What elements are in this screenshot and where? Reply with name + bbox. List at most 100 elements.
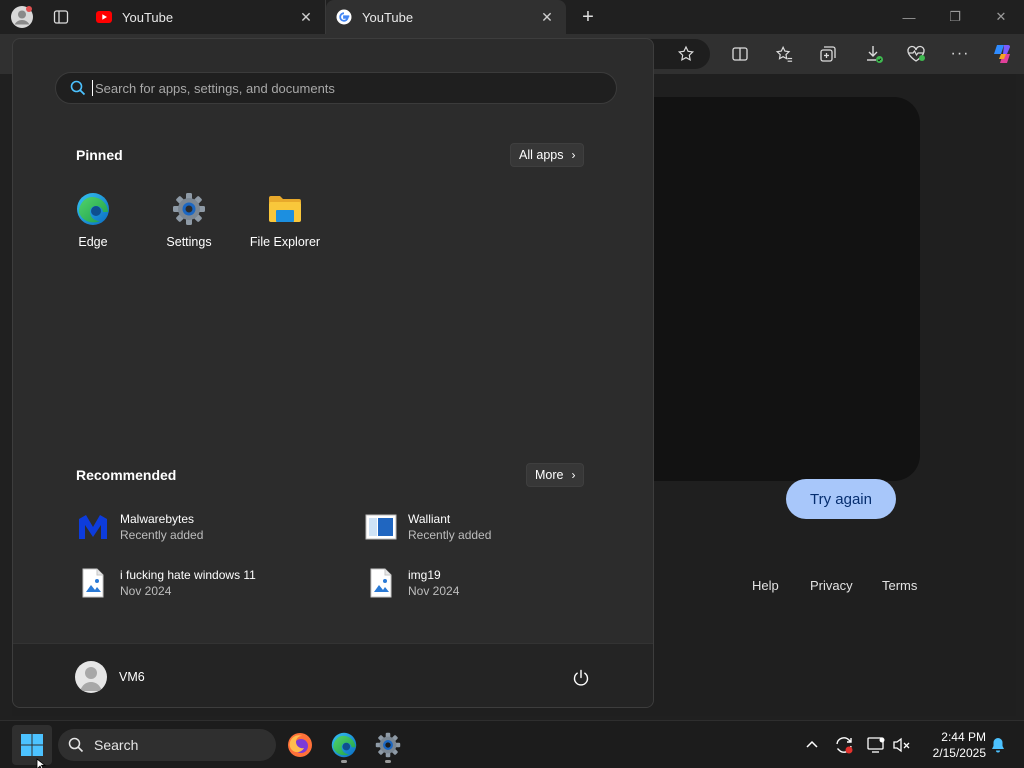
restore-button[interactable]: ❐ bbox=[932, 0, 978, 34]
youtube-icon bbox=[96, 9, 112, 25]
split-screen-button[interactable] bbox=[726, 40, 754, 68]
copilot-button[interactable] bbox=[988, 40, 1016, 68]
taskbar: Search 2:44 PM 2/15/2025 bbox=[0, 720, 1024, 768]
power-button[interactable] bbox=[569, 666, 593, 690]
recommended-item-walliant[interactable]: Walliant Recently added bbox=[364, 507, 614, 547]
tab-actions-button[interactable] bbox=[48, 4, 74, 30]
profile-avatar-icon bbox=[11, 6, 33, 28]
pinned-app-label: File Explorer bbox=[249, 235, 321, 249]
edge-icon bbox=[331, 732, 357, 758]
star-icon bbox=[677, 45, 695, 61]
taskbar-search[interactable]: Search bbox=[58, 729, 276, 761]
image-file-icon bbox=[76, 566, 110, 600]
start-menu-footer: VM6 bbox=[13, 643, 653, 707]
recommended-item-subtitle: Recently added bbox=[408, 528, 492, 542]
close-tab-icon[interactable]: ✕ bbox=[538, 8, 556, 26]
taskbar-app-settings[interactable] bbox=[368, 725, 408, 765]
running-indicator bbox=[341, 760, 347, 763]
vertical-tabs-icon bbox=[53, 10, 69, 24]
terms-link[interactable]: Terms bbox=[882, 578, 917, 593]
favorite-star-button[interactable] bbox=[672, 40, 700, 68]
taskbar-search-label: Search bbox=[94, 737, 139, 753]
malwarebytes-icon bbox=[76, 510, 110, 544]
recommended-item-img19[interactable]: img19 Nov 2024 bbox=[364, 563, 614, 603]
start-button[interactable] bbox=[12, 725, 52, 765]
favorites-list-icon bbox=[775, 45, 793, 62]
chevron-right-icon: › bbox=[571, 148, 576, 162]
user-account-button[interactable]: VM6 bbox=[75, 660, 145, 694]
close-window-button[interactable]: ✕ bbox=[978, 0, 1024, 34]
try-again-button[interactable]: Try again bbox=[786, 479, 896, 519]
taskbar-clock[interactable]: 2:44 PM 2/15/2025 bbox=[920, 729, 986, 761]
update-status-button[interactable] bbox=[832, 733, 856, 757]
tab-title: YouTube bbox=[122, 9, 174, 25]
image-file-icon bbox=[364, 566, 398, 600]
bell-icon bbox=[992, 738, 1004, 753]
more-dots-icon: ··· bbox=[950, 45, 970, 62]
avatar bbox=[75, 661, 107, 693]
pinned-app-edge[interactable]: Edge bbox=[45, 191, 141, 271]
pinned-app-label: Settings bbox=[166, 235, 212, 249]
split-screen-icon bbox=[732, 47, 748, 61]
google-icon bbox=[336, 9, 352, 25]
close-icon: ✕ bbox=[995, 9, 1007, 24]
windows-logo-icon bbox=[21, 734, 43, 756]
running-indicator bbox=[385, 760, 391, 763]
more-label: More bbox=[535, 468, 564, 482]
privacy-link[interactable]: Privacy bbox=[810, 578, 853, 593]
help-link[interactable]: Help bbox=[752, 578, 779, 593]
collections-button[interactable] bbox=[814, 40, 842, 68]
user-icon bbox=[80, 667, 102, 691]
search-icon bbox=[68, 737, 84, 753]
show-hidden-icons-button[interactable] bbox=[800, 733, 824, 757]
settings-gear-icon bbox=[375, 732, 401, 758]
favorites-button[interactable] bbox=[770, 40, 798, 68]
sync-alert-icon bbox=[836, 737, 853, 754]
clock-time: 2:44 PM bbox=[941, 730, 986, 744]
chevron-right-icon: › bbox=[571, 468, 576, 482]
minimize-button[interactable]: — bbox=[886, 0, 932, 34]
profile-button[interactable] bbox=[8, 4, 36, 30]
pinned-app-label: Edge bbox=[78, 235, 108, 249]
pinned-app-settings[interactable]: Settings bbox=[141, 191, 237, 271]
tab-youtube-1[interactable]: YouTube ✕ bbox=[86, 0, 326, 34]
clock-date: 2/15/2025 bbox=[932, 746, 986, 760]
settings-gear-icon bbox=[171, 191, 207, 227]
volume-button[interactable] bbox=[890, 733, 914, 757]
recommended-title: Recommended bbox=[76, 467, 177, 483]
browser-titlebar: YouTube ✕ YouTube ✕ + — ❐ ✕ bbox=[0, 0, 1024, 34]
start-search-input[interactable] bbox=[95, 80, 575, 96]
firefox-icon bbox=[288, 733, 312, 757]
recommended-item-subtitle: Recently added bbox=[120, 528, 204, 542]
notifications-button[interactable] bbox=[986, 733, 1010, 757]
taskbar-app-edge[interactable] bbox=[324, 725, 364, 765]
start-menu: Pinned All apps › Edge bbox=[12, 38, 654, 708]
heart-pulse-icon bbox=[907, 45, 925, 62]
edge-icon bbox=[75, 191, 111, 227]
mouse-cursor-icon bbox=[36, 758, 46, 768]
recommended-item-name: i fucking hate windows 11 bbox=[120, 568, 256, 582]
start-search-box[interactable] bbox=[55, 72, 617, 104]
tab-youtube-2[interactable]: YouTube ✕ bbox=[326, 0, 566, 34]
recommended-item-malwarebytes[interactable]: Malwarebytes Recently added bbox=[76, 507, 326, 547]
copilot-icon bbox=[994, 45, 1010, 63]
settings-more-button[interactable]: ··· bbox=[946, 40, 974, 68]
power-icon bbox=[573, 669, 589, 686]
chevron-up-icon bbox=[806, 740, 818, 748]
pinned-app-file-explorer[interactable]: File Explorer bbox=[237, 191, 333, 271]
close-tab-icon[interactable]: ✕ bbox=[297, 8, 315, 26]
plus-icon: + bbox=[582, 5, 594, 28]
recommended-item-name: Walliant bbox=[408, 512, 451, 526]
recommended-item-subtitle: Nov 2024 bbox=[408, 584, 460, 598]
recommended-item-image-file[interactable]: i fucking hate windows 11 Nov 2024 bbox=[76, 563, 326, 603]
network-button[interactable] bbox=[864, 733, 888, 757]
more-button[interactable]: More › bbox=[526, 463, 585, 487]
all-apps-label: All apps bbox=[519, 148, 564, 162]
tab-title: YouTube bbox=[362, 9, 414, 25]
new-tab-button[interactable]: + bbox=[574, 4, 602, 30]
volume-muted-icon bbox=[893, 737, 910, 753]
taskbar-app-firefox[interactable] bbox=[280, 725, 320, 765]
downloads-button[interactable] bbox=[860, 40, 888, 68]
all-apps-button[interactable]: All apps › bbox=[510, 143, 585, 167]
browser-essentials-button[interactable] bbox=[902, 40, 930, 68]
